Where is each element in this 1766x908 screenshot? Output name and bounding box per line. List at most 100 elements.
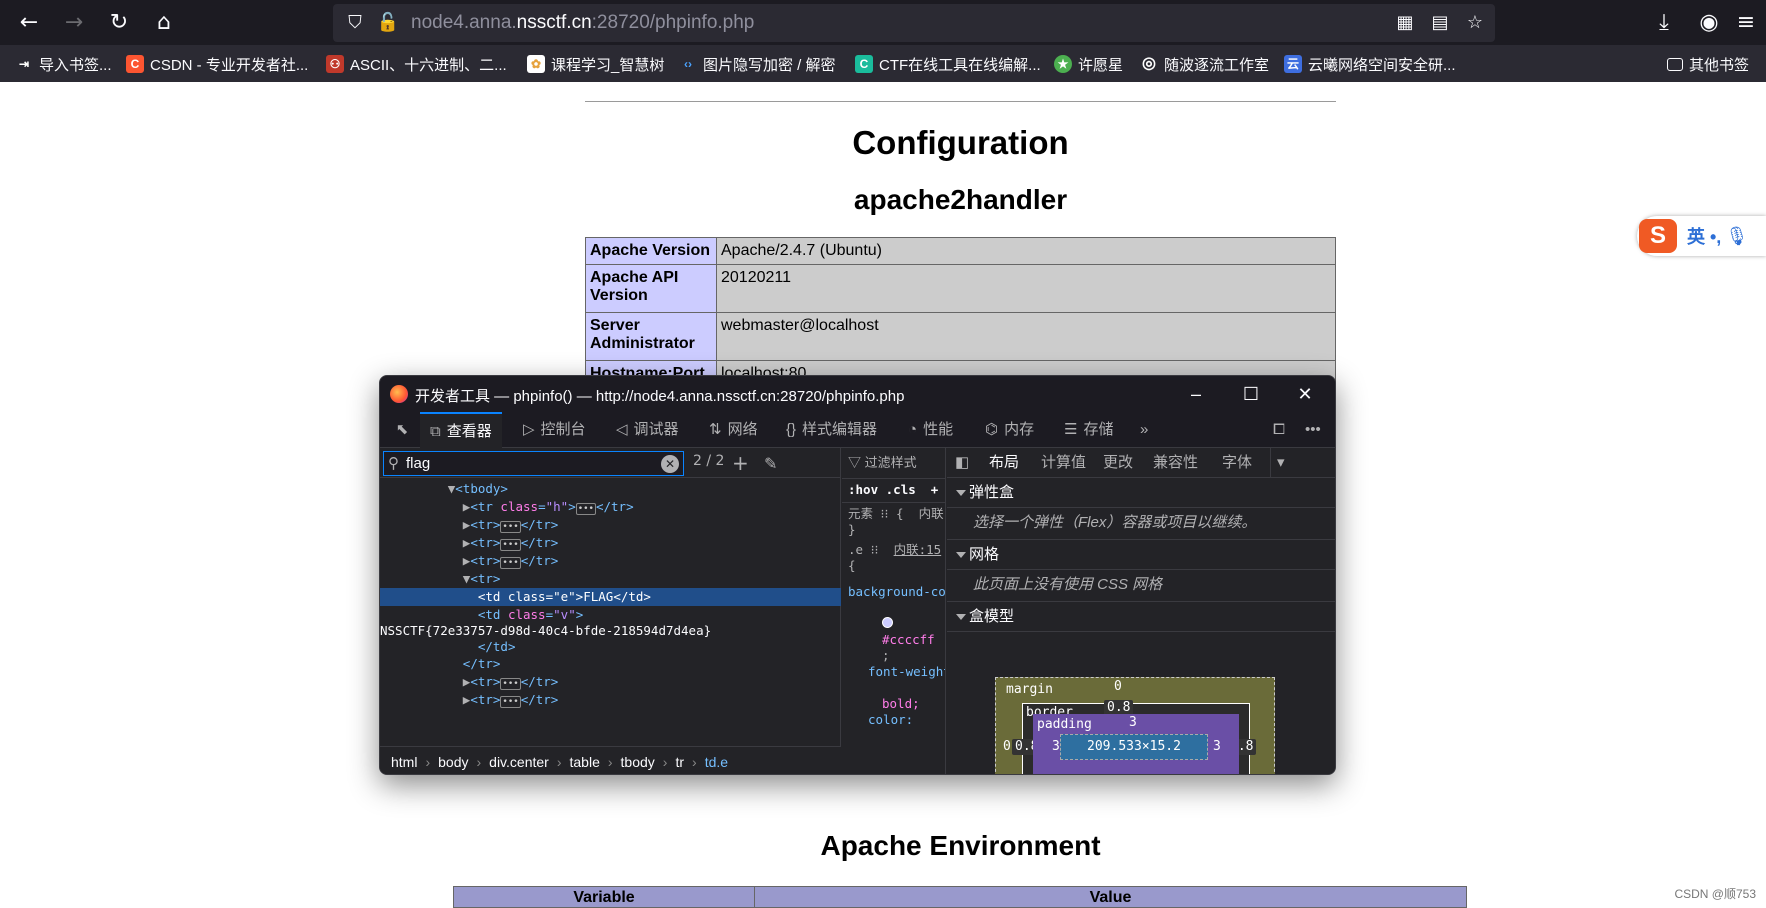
breadcrumb-item[interactable]: html [391,754,417,770]
collapsed-children-icon[interactable]: ••• [500,557,521,569]
box-model-section[interactable]: 盒模型 [947,602,1335,632]
bookmark-csdn[interactable]: C CSDN - 专业开发者社... [126,53,308,75]
breadcrumb-item[interactable]: tbody [621,754,655,770]
close-icon[interactable]: ✕ [1293,382,1317,406]
config-value: Apache/2.4.7 (Ubuntu) [716,237,1336,265]
tree-node-tbody[interactable]: ▼<tbody> [380,480,841,498]
breadcrumb-item[interactable]: div.center [489,754,549,770]
box-content-size[interactable]: 209.533×15.2 [1060,734,1208,760]
style-editor-icon: {} [786,421,797,438]
back-icon[interactable]: ← [14,8,44,38]
tab-debugger[interactable]: ◁ 调试器 [616,412,679,448]
padding-right-value[interactable]: 3 [1213,739,1221,754]
margin-left-value[interactable]: 0 [1003,739,1011,754]
hov-cls-toggles[interactable]: :hov .cls + [848,482,938,498]
tab-console[interactable]: ▷ 控制台 [523,412,586,448]
insecure-lock-icon[interactable]: 🔓 [376,11,400,35]
collapsed-children-icon[interactable]: ••• [500,521,521,533]
responsive-mode-icon[interactable]: ⧠ [1273,412,1285,448]
tree-node-tr[interactable]: ▶<tr> ••• </tr> [380,552,841,570]
bookmark-ascii[interactable]: ⚇ ASCII、十六进制、二... [326,53,507,75]
eyedropper-icon[interactable]: ✎ [764,454,777,473]
menu-icon[interactable]: ≡ [1731,8,1761,38]
tree-node-td-flag[interactable]: <td class="e">FLAG</td> [380,588,841,606]
flexbox-section[interactable]: 弹性盒 [947,478,1335,508]
breadcrumb-item[interactable]: table [570,754,600,770]
downloads-icon[interactable]: ⤓ [1649,8,1679,38]
add-node-icon[interactable]: + [732,451,749,475]
maximize-icon[interactable]: ☐ [1239,382,1263,406]
collapsed-children-icon[interactable]: ••• [500,696,521,708]
tab-network[interactable]: ⇅ 网络 [709,412,758,448]
rules-panel: ▽ 过滤样式 :hov .cls + 元素 ⁝⁝ { 内联 } .e ⁝⁝ 内联… [842,448,946,774]
bookmark-suibo[interactable]: ◎ 随波逐流工作室 [1140,53,1269,75]
devtools-menu-icon[interactable]: ••• [1305,412,1321,448]
tab-inspector[interactable]: ⧉ 查看器 [420,412,502,448]
collapsed-children-icon[interactable]: ••• [575,503,596,515]
minimize-icon[interactable]: – [1184,382,1208,406]
css-value[interactable]: #ccccff [882,632,935,648]
tree-node-tr-expanded[interactable]: ▼<tr> [380,570,841,588]
tab-compatibility[interactable]: 兼容性 [1153,448,1198,478]
tab-memory[interactable]: ⌬ 内存 [985,412,1034,448]
microphone-icon[interactable]: 🎙 [1725,226,1748,247]
qr-code-icon[interactable]: ▦ [1393,11,1417,35]
account-icon[interactable]: ◉ [1694,8,1724,38]
config-key: Apache Version [585,237,717,265]
bookmark-star-icon[interactable]: ☆ [1463,11,1487,35]
css-value[interactable]: bold; [882,696,920,712]
tab-style-editor[interactable]: {} 样式编辑器 [786,412,877,448]
css-property[interactable]: font-weight: [868,664,945,680]
tree-node-tr[interactable]: ▶<tr> ••• </tr> [380,516,841,534]
import-icon: ⇥ [18,57,30,71]
devtools-titlebar[interactable]: 开发者工具 — phpinfo() — http://node4.anna.ns… [380,376,1335,412]
url-text[interactable]: node4.anna.nssctf.cn:28720/phpinfo.php [411,12,754,34]
bookmark-stego[interactable]: ‹› 图片隐写加密 / 解密 [679,53,836,75]
ime-mode-label[interactable]: 英 •, [1687,223,1721,249]
bookmark-ctf-tools[interactable]: C CTF在线工具在线编解... [855,53,1041,75]
markup-search-input[interactable]: ⚲ flag ✕ [383,451,684,476]
tree-node-tr[interactable]: ▶<tr> ••• </tr> [380,534,841,552]
layout-tabs: ◧ 布局 计算值 更改 兼容性 字体 ▾ [947,448,1335,480]
breadcrumb-item[interactable]: tr [675,754,684,770]
filter-styles-input[interactable]: ▽ 过滤样式 [848,455,917,471]
reader-view-icon[interactable]: ▤ [1428,11,1452,35]
tab-fonts[interactable]: 字体 [1222,448,1252,478]
layout-sidebar-toggle-icon[interactable]: ◧ [955,448,969,478]
tree-node-tr-h[interactable]: ▶<tr class="h"> ••• </tr> [380,498,841,516]
tab-computed[interactable]: 计算值 [1041,448,1086,478]
breadcrumb-item-current[interactable]: td.e [705,754,728,770]
css-property[interactable]: background-color: [848,584,945,600]
more-tabs-icon[interactable]: » [1140,412,1148,448]
element-picker-icon[interactable]: ⬉ [388,412,416,448]
shield-icon[interactable]: ⛉ [343,11,367,35]
color-swatch-icon[interactable] [882,616,893,632]
grid-section[interactable]: 网格 [947,540,1335,570]
url-bar[interactable]: ⛉ 🔓 node4.anna.nssctf.cn:28720/phpinfo.p… [333,4,1495,42]
collapsed-children-icon[interactable]: ••• [500,539,521,551]
variable-column-header: Variable [454,887,755,907]
reload-icon[interactable]: ↻ [104,8,134,38]
breadcrumb-item[interactable]: body [438,754,468,770]
tab-storage[interactable]: ☰ 存储 [1064,412,1113,448]
ime-toolbar[interactable]: S 英 •, 🎙 [1637,216,1766,256]
home-icon[interactable]: ⌂ [149,8,179,38]
tab-layout[interactable]: 布局 [989,448,1020,480]
bookmark-yunxi[interactable]: 云云曦网络空间安全研... [1284,53,1456,75]
padding-left-value[interactable]: 3 [1052,739,1060,754]
forward-icon[interactable]: → [59,8,89,38]
bookmark-wishstar[interactable]: ★ 许愿星 [1054,53,1123,75]
tree-node-tr[interactable]: ▶<tr> ••• </tr> [380,673,841,691]
bookmark-import[interactable]: ⇥ 导入书签... [15,53,112,75]
margin-top-value[interactable]: 0 [1114,679,1122,694]
more-tabs-chevron-icon[interactable]: ▾ [1270,448,1285,478]
padding-top-value[interactable]: 3 [1129,715,1137,730]
css-property[interactable]: color: [868,712,913,728]
other-bookmarks[interactable]: 其他书签 [1667,53,1749,75]
tab-performance[interactable]: ◔ 性能 [908,412,953,448]
clear-search-icon[interactable]: ✕ [661,455,679,473]
collapsed-children-icon[interactable]: ••• [500,678,521,690]
tab-changes[interactable]: 更改 [1103,448,1133,478]
tree-node-tr[interactable]: ▶<tr> ••• </tr> [380,691,841,709]
bookmark-zhihuishu[interactable]: ✿ 课程学习_智慧树 [527,53,664,75]
